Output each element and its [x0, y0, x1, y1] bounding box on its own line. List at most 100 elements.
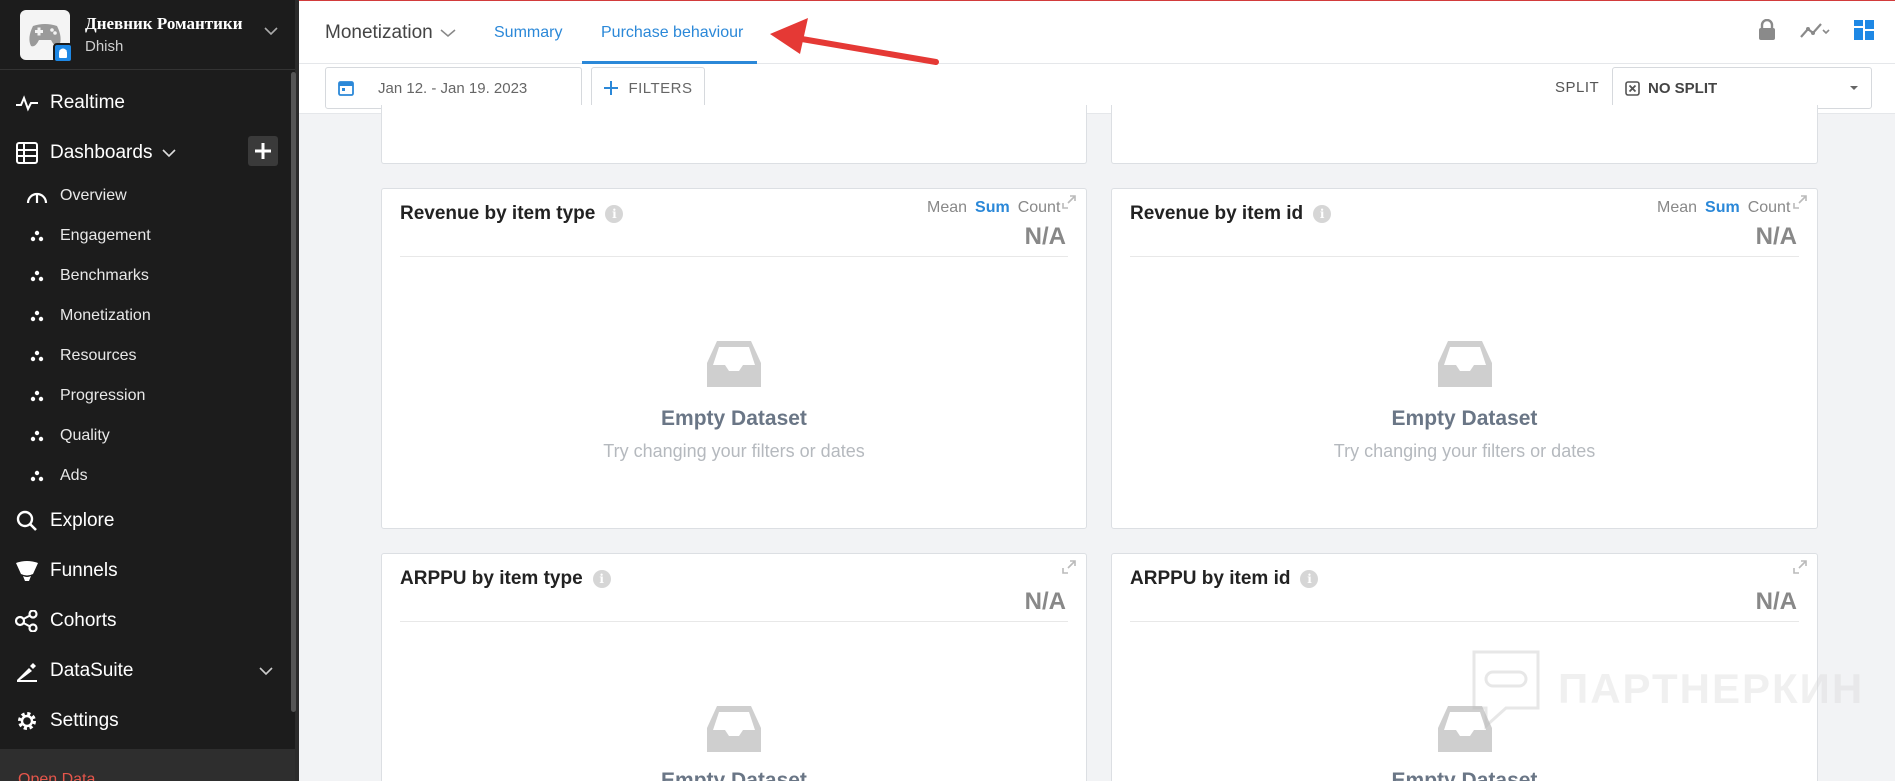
chevron-down-icon[interactable]: [258, 666, 274, 676]
sidebar-item-ads[interactable]: Ads: [0, 464, 295, 488]
expand-icon[interactable]: [1062, 195, 1076, 209]
sidebar-item-resources[interactable]: Resources: [0, 344, 295, 368]
expand-icon[interactable]: [1062, 560, 1076, 574]
card-title: ARPPU by item type i: [400, 568, 611, 590]
app-name: Дневник Романтики: [85, 14, 243, 33]
sidebar-item-label: Benchmarks: [60, 267, 149, 284]
nav-settings[interactable]: Settings: [0, 706, 295, 736]
empty-dataset-title: Empty Dataset: [1391, 769, 1538, 781]
close-box-icon: [1625, 80, 1640, 96]
activity-icon: [14, 90, 40, 116]
date-range-picker[interactable]: Jan 12. - Jan 19. 2023: [325, 67, 582, 109]
watermark-logo-icon: [1472, 650, 1540, 730]
card-arppu-by-item-type: ARPPU by item type i N/A Empty Dataset: [381, 553, 1087, 781]
nav-realtime[interactable]: Realtime: [0, 88, 295, 118]
watermark-text: ПАРТНЕРКИН: [1558, 665, 1865, 712]
plus-icon: [604, 81, 619, 95]
watermark: ПАРТНЕРКИН: [1470, 648, 1864, 730]
annotation-arrow-icon: [770, 18, 939, 65]
gear-icon: [14, 708, 40, 734]
sidebar-item-quality[interactable]: Quality: [0, 424, 295, 448]
sidebar-item-overview[interactable]: Overview: [0, 184, 295, 208]
nav-cohorts[interactable]: Cohorts: [0, 606, 295, 636]
nav-explore[interactable]: Explore: [0, 506, 295, 536]
card-revenue-by-item-type: Revenue by item type i Mean Sum Count N/…: [381, 188, 1087, 529]
dots-icon: [26, 270, 48, 282]
sidebar-item-benchmarks[interactable]: Benchmarks: [0, 264, 295, 288]
agg-sum[interactable]: Sum: [975, 199, 1010, 217]
tab-summary[interactable]: Summary: [494, 24, 562, 42]
sidebar-item-progression[interactable]: Progression: [0, 384, 295, 408]
breadcrumb[interactable]: Monetization: [325, 22, 457, 44]
filters-button[interactable]: FILTERS: [591, 67, 705, 109]
card-divider: [400, 621, 1068, 622]
date-range-label: Jan 12. - Jan 19. 2023: [378, 79, 528, 97]
info-icon[interactable]: i: [1313, 205, 1332, 223]
card-fragment: [1111, 105, 1818, 164]
agg-mean[interactable]: Mean: [1657, 199, 1697, 217]
nav-datasuite[interactable]: DataSuite: [0, 656, 295, 686]
inbox-icon: [707, 341, 761, 387]
dots-icon: [26, 310, 48, 322]
chevron-down-icon[interactable]: [263, 26, 279, 36]
breadcrumb-label: Monetization: [325, 22, 433, 43]
sidebar-item-monetization[interactable]: Monetization: [0, 304, 295, 328]
inbox-icon: [1437, 341, 1492, 387]
split-select[interactable]: NO SPLIT: [1612, 67, 1872, 109]
empty-dataset-hint: Try changing your filters or dates: [1333, 441, 1596, 461]
sidebar-scrollbar[interactable]: [291, 72, 296, 712]
sidebar-item-label: Monetization: [60, 307, 151, 324]
agg-mean[interactable]: Mean: [927, 199, 967, 217]
card-divider: [400, 256, 1068, 257]
card-divider: [1130, 621, 1799, 622]
aggregation-toggle: Mean Sum Count: [927, 199, 1060, 217]
agg-sum[interactable]: Sum: [1705, 199, 1740, 217]
filters-label: FILTERS: [628, 79, 693, 97]
nav-funnels[interactable]: Funnels: [0, 556, 295, 586]
card-title: ARPPU by item id i: [1130, 568, 1319, 590]
empty-dataset-hint: Try changing your filters or dates: [603, 441, 865, 461]
android-badge-icon: [53, 42, 73, 63]
sidebar-bottom-link[interactable]: Open Data...: [0, 749, 295, 781]
card-title: Revenue by item type i: [400, 203, 624, 225]
card-revenue-by-item-id: Revenue by item id i Mean Sum Count N/A …: [1111, 188, 1818, 529]
sidebar-item-label: Engagement: [60, 227, 151, 244]
info-icon[interactable]: i: [592, 570, 611, 588]
chevron-down-icon: [440, 29, 456, 37]
sidebar-item-label: Quality: [60, 427, 110, 444]
share-dropdown-icon[interactable]: [1799, 19, 1831, 41]
app-switcher[interactable]: Дневник Романтики Dhish: [0, 0, 299, 70]
split-label: SPLIT: [1555, 79, 1600, 96]
sidebar-item-engagement[interactable]: Engagement: [0, 224, 295, 248]
info-icon[interactable]: i: [1300, 570, 1319, 588]
expand-icon[interactable]: [1793, 195, 1807, 209]
card-value: N/A: [1755, 588, 1797, 615]
card-divider: [1130, 256, 1799, 257]
share-nodes-icon: [14, 608, 40, 634]
tab-purchase-behaviour[interactable]: Purchase behaviour: [601, 24, 743, 42]
sidebar: Дневник Романтики Dhish Realtime Dashboa…: [0, 0, 299, 781]
chevron-down-icon[interactable]: [162, 148, 177, 158]
agg-count[interactable]: Count: [1748, 199, 1791, 217]
grid-table-icon: [14, 140, 40, 166]
empty-dataset-title: Empty Dataset: [661, 769, 807, 781]
dots-icon: [26, 470, 48, 482]
add-dashboard-button[interactable]: [248, 136, 278, 166]
empty-dataset-title: Empty Dataset: [1391, 407, 1538, 430]
nav-label: Settings: [50, 710, 119, 731]
card-title-text: ARPPU by item type: [400, 568, 583, 589]
card-value: N/A: [1024, 588, 1066, 615]
open-data-label: Open Data...: [18, 771, 109, 781]
agg-count[interactable]: Count: [1018, 199, 1061, 217]
plus-icon: [255, 143, 271, 159]
info-icon[interactable]: i: [605, 205, 624, 223]
card-title-text: Revenue by item id: [1130, 203, 1304, 224]
grid-view-icon[interactable]: [1853, 19, 1875, 41]
lock-icon[interactable]: [1757, 19, 1777, 41]
nav-label: Funnels: [50, 560, 118, 581]
sidebar-item-label: Resources: [60, 347, 137, 364]
top-bar: Monetization Summary Purchase behaviour: [299, 0, 1895, 64]
expand-icon[interactable]: [1793, 560, 1807, 574]
nav-label: Cohorts: [50, 610, 117, 631]
dots-icon: [26, 350, 48, 362]
